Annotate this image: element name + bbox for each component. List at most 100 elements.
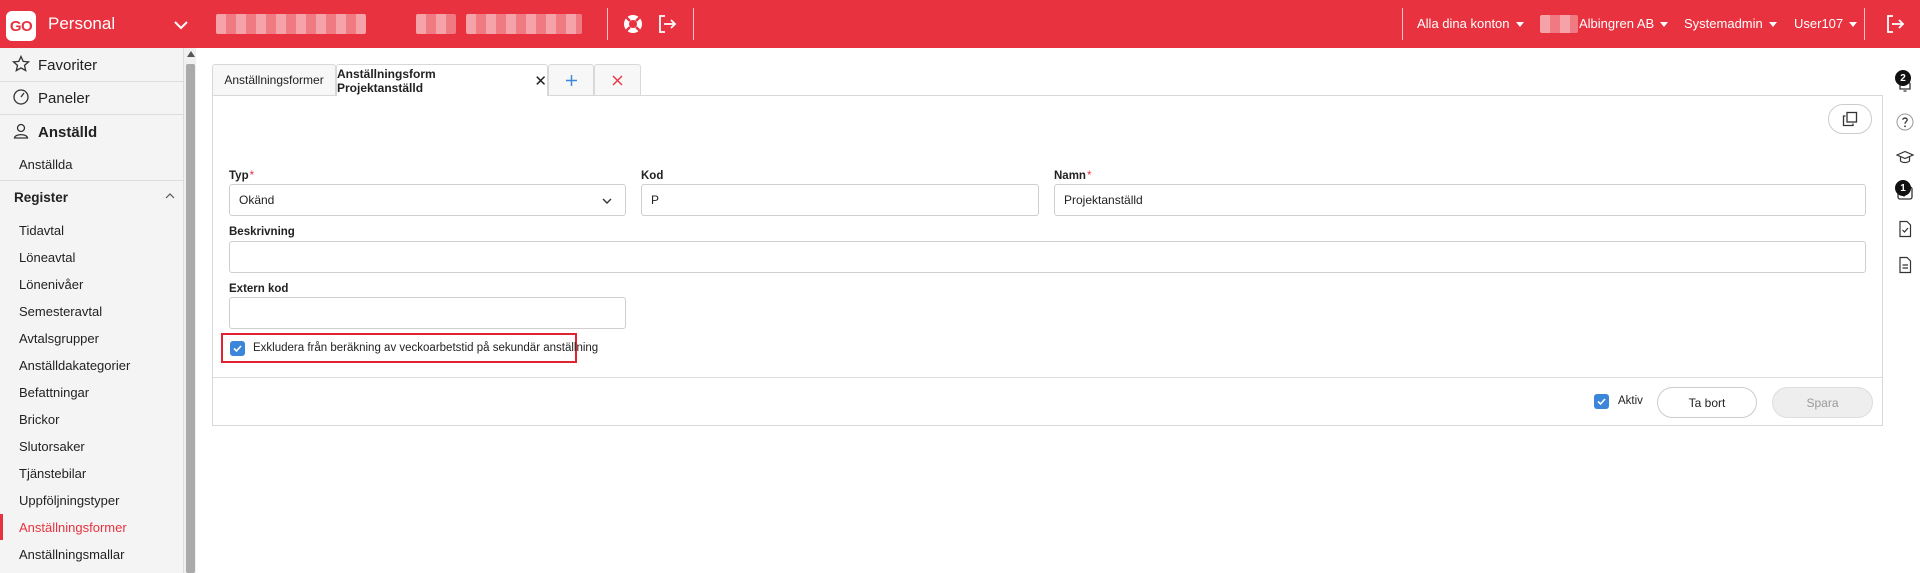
sidebar-section-label: Anställd (38, 124, 98, 141)
required-marker: * (249, 170, 255, 182)
sidebar-item-loneniver[interactable]: Lönenivåer (19, 277, 203, 292)
chevron-down-icon (602, 198, 612, 204)
sign-out-icon[interactable] (1884, 13, 1906, 35)
sidebar-item-tidavtal[interactable]: Tidavtal (19, 223, 203, 238)
caret-down-icon (1515, 22, 1524, 28)
close-icon (612, 75, 623, 85)
divider (1864, 8, 1865, 40)
logout-icon[interactable] (656, 13, 678, 35)
save-button[interactable]: Spara (1772, 387, 1873, 418)
sidebar-panels-label: Paneler (38, 90, 90, 107)
redacted-text (466, 14, 582, 34)
active-checkbox-label[interactable]: Aktiv (1618, 395, 1643, 407)
code-label: Kod (641, 170, 664, 182)
sidebar-item-anstallningsmallar[interactable]: Anställningsmallar (19, 547, 203, 562)
type-select-value: Okänd (239, 193, 275, 207)
company-menu-label: Albingren AB (1579, 16, 1655, 31)
divider (607, 8, 608, 40)
divider (1402, 8, 1403, 40)
caret-down-icon (1849, 22, 1858, 28)
sidebar-item-tjanstebilar[interactable]: Tjänstebilar (19, 466, 203, 481)
scroll-up-arrow-icon[interactable] (187, 51, 195, 57)
tab-label: Anställningsformer (224, 73, 324, 87)
scrollbar-thumb[interactable] (186, 64, 195, 573)
divider (213, 377, 1882, 378)
company-menu[interactable]: Albingren AB (1579, 16, 1669, 31)
delete-button[interactable]: Ta bort (1657, 387, 1757, 418)
code-input[interactable]: P (641, 184, 1039, 216)
tab-label: Anställningsform Projektanställd (337, 66, 436, 95)
redacted-text (216, 14, 366, 34)
document-check-icon[interactable] (1896, 220, 1914, 238)
app-logo[interactable]: GO (6, 11, 36, 41)
divider (0, 81, 184, 82)
chevron-up-icon[interactable] (165, 192, 175, 200)
sidebar-item-slutorsaker[interactable]: Slutorsaker (19, 439, 203, 454)
graduation-cap-icon[interactable] (1896, 148, 1914, 166)
user-menu[interactable]: User107 (1794, 16, 1858, 31)
sidebar-item-brickor[interactable]: Brickor (19, 412, 203, 427)
type-label: Typ* (229, 170, 254, 182)
name-input[interactable]: Projektanställd (1054, 184, 1866, 216)
tasks-badge: 1 (1895, 180, 1911, 196)
check-icon (233, 345, 242, 353)
accounts-menu-label: Alla dina konton (1417, 16, 1510, 31)
divider (693, 8, 694, 40)
help-icon[interactable] (1896, 113, 1914, 131)
name-input-value: Projektanställd (1064, 193, 1143, 207)
check-icon (1597, 398, 1606, 406)
dashboard-icon (13, 89, 29, 105)
plus-icon (565, 74, 577, 86)
sidebar-section-employee[interactable]: Anställd (12, 122, 196, 141)
sidebar-item-anstallningsformer[interactable]: Anställningsformer (19, 520, 203, 535)
caret-down-icon (1768, 22, 1777, 28)
sidebar-item-befattningar[interactable]: Befattningar (19, 385, 203, 400)
sidebar-item-uppfoljningstyper[interactable]: Uppföljningstyper (19, 493, 203, 508)
type-label-text: Typ (229, 170, 249, 182)
required-marker: * (1086, 170, 1092, 182)
redacted-text (1540, 15, 1578, 33)
external-code-label: Extern kod (229, 283, 289, 295)
accounts-menu[interactable]: Alla dina konton (1417, 16, 1524, 31)
sidebar-panels[interactable]: Paneler (12, 88, 196, 107)
star-icon (12, 55, 30, 72)
role-menu-label: Systemadmin (1684, 16, 1763, 31)
notification-badge: 2 (1895, 70, 1911, 86)
lifebuoy-icon[interactable] (622, 13, 644, 35)
document-icon[interactable] (1896, 256, 1914, 274)
copy-icon (1842, 111, 1858, 127)
name-label-text: Namn (1054, 170, 1086, 182)
sidebar-favorites[interactable]: Favoriter (12, 55, 196, 74)
external-code-input[interactable] (229, 297, 626, 329)
sidebar-item-anstalldakategorier[interactable]: Anställdakategorier (19, 358, 203, 373)
tab-close-all[interactable] (594, 64, 641, 95)
user-menu-label: User107 (1794, 16, 1844, 31)
top-bar: GO Personal Alla dina konton Albingren A… (0, 0, 1920, 48)
sidebar-item-avtalsgrupper[interactable]: Avtalsgrupper (19, 331, 203, 346)
caret-down-icon (1660, 22, 1669, 28)
close-icon[interactable]: ✕ (534, 72, 547, 90)
tab-projektanstalld[interactable]: Anställningsform Projektanställd ✕ (336, 64, 548, 96)
sidebar-item-employees[interactable]: Anställda (19, 157, 203, 172)
sidebar-item-loneavtal[interactable]: Löneavtal (19, 250, 203, 265)
active-indicator (0, 514, 3, 540)
name-label: Namn* (1054, 170, 1091, 182)
exclude-checkbox[interactable] (230, 341, 245, 356)
type-select[interactable]: Okänd (229, 184, 626, 216)
app-title[interactable]: Personal (48, 14, 115, 34)
description-input[interactable] (229, 241, 1866, 273)
user-icon (13, 123, 29, 139)
chevron-down-icon[interactable] (172, 16, 190, 34)
copy-button[interactable] (1828, 104, 1872, 134)
register-label: Register (14, 190, 69, 205)
active-checkbox[interactable] (1594, 394, 1609, 409)
code-input-value: P (651, 193, 660, 207)
divider (0, 180, 184, 181)
sidebar-item-semesteravtal[interactable]: Semesteravtal (19, 304, 203, 319)
tab-anstallningsformer[interactable]: Anställningsformer (212, 64, 336, 95)
description-label: Beskrivning (229, 226, 295, 238)
redacted-text (416, 14, 456, 34)
exclude-checkbox-label[interactable]: Exkludera från beräkning av veckoarbetst… (253, 342, 598, 354)
role-menu[interactable]: Systemadmin (1684, 16, 1777, 31)
tab-add[interactable] (548, 64, 594, 95)
